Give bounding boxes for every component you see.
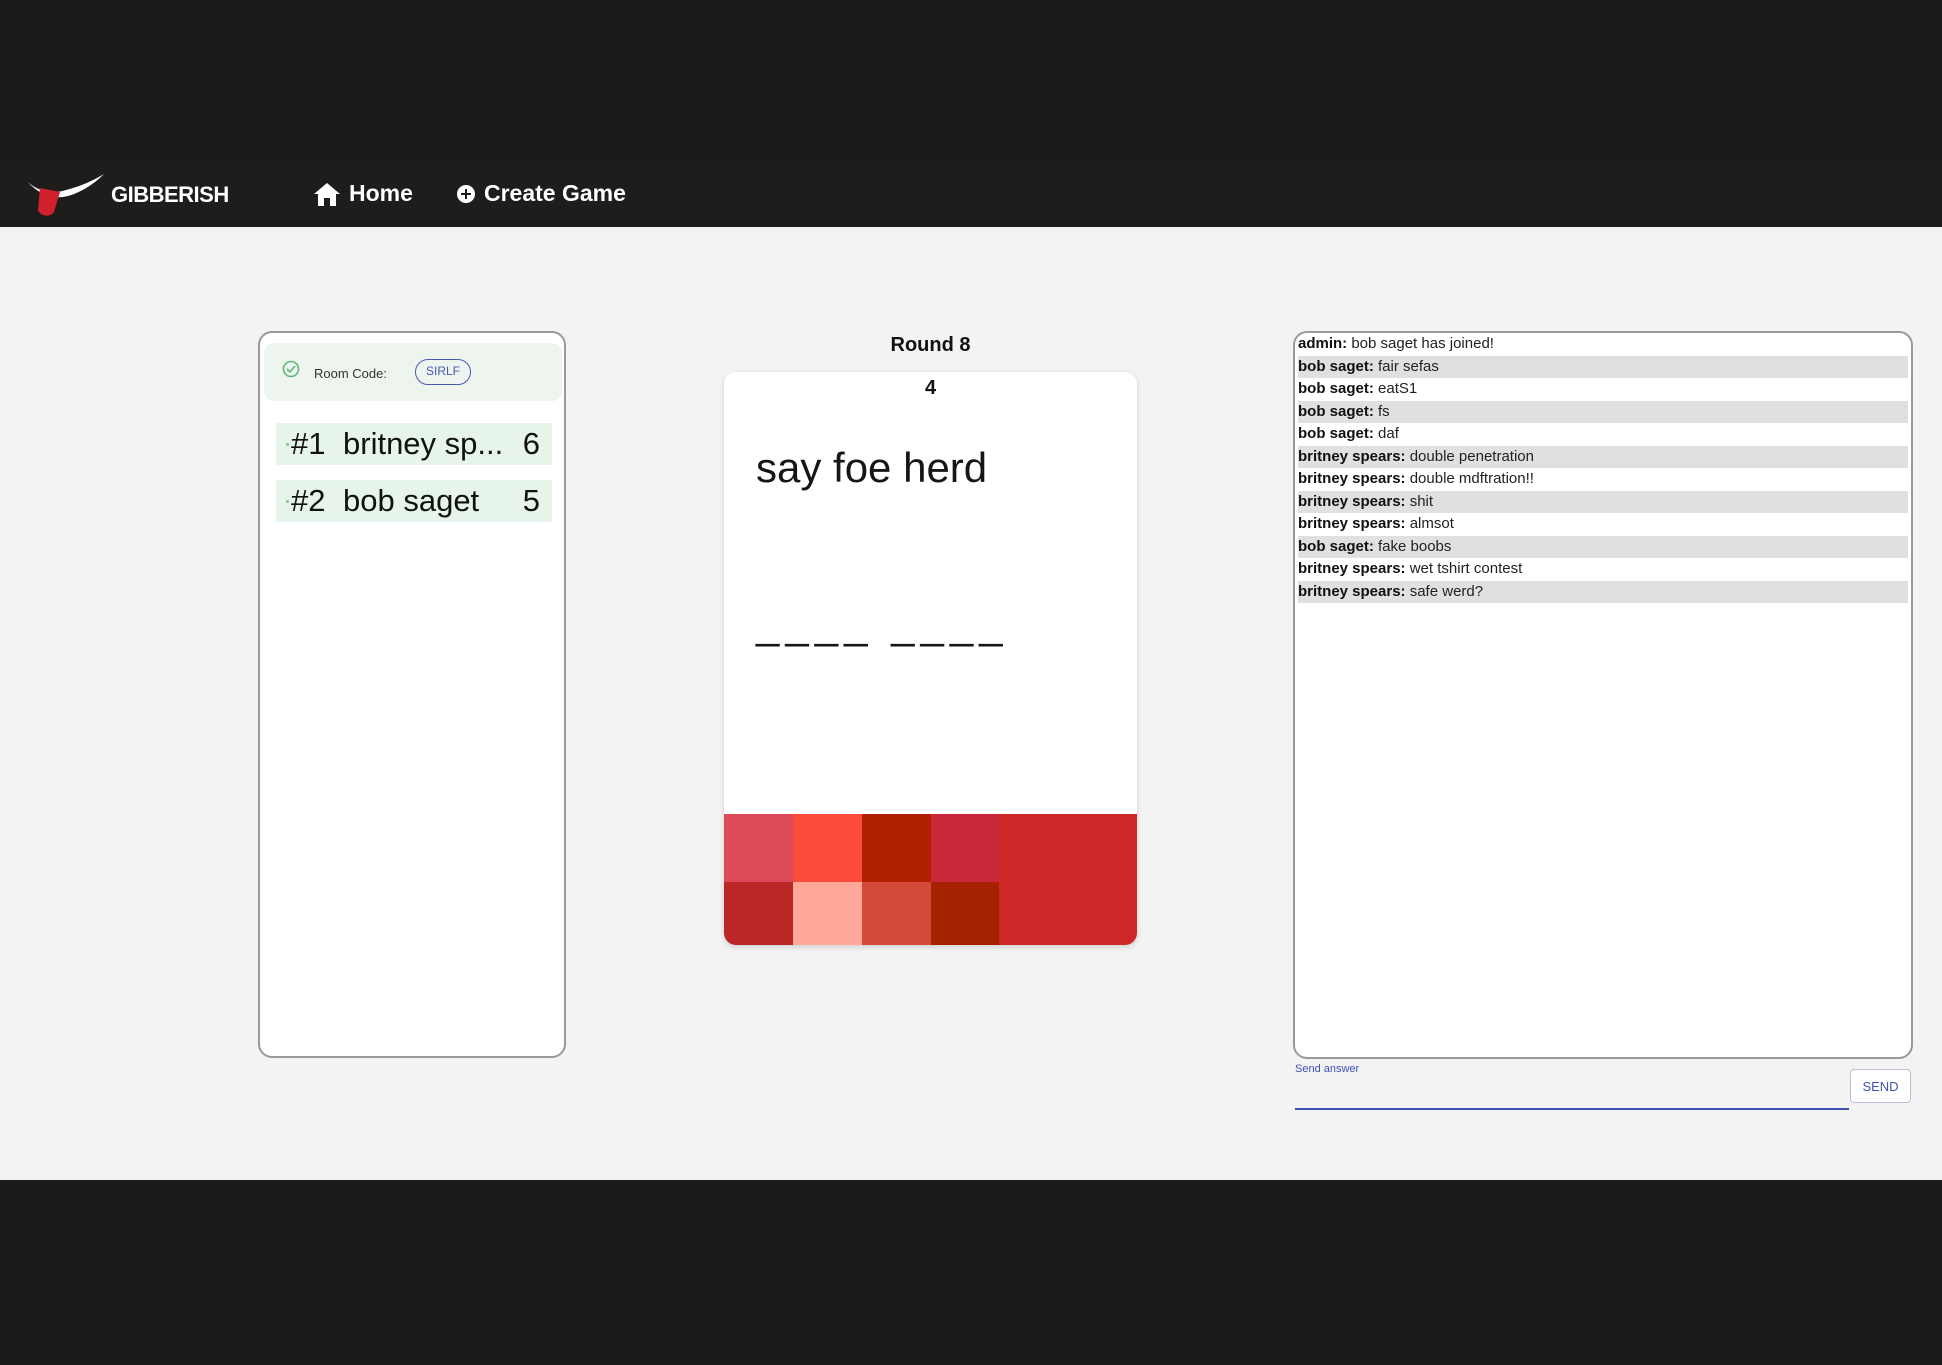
room-code-bar: Room Code: SIRLF <box>264 343 562 401</box>
chat-text: bob saget has joined! <box>1347 335 1494 352</box>
round-title: Round 8 <box>890 334 971 356</box>
player-name: britney sp... <box>343 426 504 461</box>
chat-text: double mdftration!! <box>1405 470 1534 487</box>
answer-field-label: Send answer <box>1295 1063 1360 1075</box>
player-score: 5 <box>522 483 540 518</box>
nav-home-label: Home <box>349 180 413 206</box>
player-score: 6 <box>522 426 540 461</box>
chat-text: almsot <box>1405 515 1454 532</box>
chat-user: britney spears: <box>1298 492 1406 510</box>
status-dot <box>286 442 289 446</box>
room-code-chip[interactable]: SIRLF <box>415 359 471 385</box>
chat-panel[interactable]: admin: bob saget has joined! bob saget: … <box>1293 331 1913 1059</box>
chat-text: daf <box>1373 425 1399 442</box>
chat-message: admin: bob saget has joined! <box>1298 333 1908 355</box>
answer-input[interactable] <box>1295 1078 1849 1110</box>
chat-text: eatS1 <box>1373 380 1418 397</box>
chat-user: admin: <box>1298 335 1348 352</box>
plus-circle-icon <box>457 184 475 203</box>
bull-logo-icon[interactable] <box>26 170 106 218</box>
status-dot <box>286 499 289 503</box>
chat-user: bob saget: <box>1298 537 1374 555</box>
color-tile <box>931 814 999 882</box>
chat-message: britney spears: double mdftration!! <box>1298 468 1908 490</box>
player-rank: #2 <box>291 483 326 518</box>
chat-text: double penetration <box>1405 447 1534 465</box>
room-code-label: Room Code: <box>314 366 387 381</box>
countdown-timer: 4 <box>924 377 937 399</box>
chat-user: bob saget: <box>1298 425 1374 442</box>
player-row: #1 britney sp... 6 <box>276 423 552 465</box>
chat-message: bob saget: fair sefas <box>1298 355 1908 378</box>
color-tile <box>724 814 793 882</box>
send-button[interactable]: SEND <box>1850 1069 1911 1103</box>
chat-user: britney spears: <box>1298 447 1406 465</box>
color-tile <box>931 882 999 945</box>
color-tile <box>724 882 793 945</box>
chat-text: shit <box>1405 492 1434 510</box>
nav-create-game-label: Create Game <box>484 180 626 206</box>
player-name: bob saget <box>343 483 480 518</box>
chat-message: britney spears: safe werd? <box>1298 580 1908 603</box>
answer-blanks: ____ ____ <box>756 600 1009 647</box>
player-rank: #1 <box>291 426 326 461</box>
color-tile <box>862 882 931 945</box>
game-card: 4 say foe herd ____ ____ <box>724 372 1137 945</box>
home-icon <box>314 182 340 206</box>
player-row: #2 bob saget 5 <box>276 480 552 522</box>
navbar <box>0 161 1942 227</box>
chat-user: britney spears: <box>1298 582 1406 600</box>
chat-user: britney spears: <box>1298 470 1406 487</box>
chat-text: fake boobs <box>1373 537 1452 555</box>
chat-message: bob saget: fake boobs <box>1298 535 1908 558</box>
chat-user: bob saget: <box>1298 357 1374 375</box>
check-circle-icon <box>282 360 300 378</box>
chat-user: britney spears: <box>1298 515 1406 532</box>
color-tile <box>793 814 862 882</box>
nav-create-game-link[interactable]: Create Game <box>456 180 626 207</box>
chat-message: britney spears: double penetration <box>1298 445 1908 468</box>
chat-message: bob saget: fs <box>1298 400 1908 423</box>
chat-message: bob saget: daf <box>1298 423 1908 445</box>
chat-message: britney spears: wet tshirt contest <box>1298 558 1908 580</box>
chat-user: britney spears: <box>1298 560 1406 577</box>
chat-text: safe werd? <box>1405 582 1484 600</box>
color-tiles <box>724 814 1137 945</box>
players-panel: Room Code: SIRLF #1 britney sp... 6 #2 b… <box>258 331 566 1058</box>
color-tile <box>999 814 1137 945</box>
color-tile <box>793 882 862 945</box>
chat-text: wet tshirt contest <box>1405 560 1523 577</box>
chat-message: bob saget: eatS1 <box>1298 378 1908 400</box>
chat-user: bob saget: <box>1298 380 1374 397</box>
gibberish-phrase: say foe herd <box>756 444 988 491</box>
color-tile <box>862 814 931 882</box>
chat-text: fs <box>1373 402 1390 420</box>
chat-user: bob saget: <box>1298 402 1374 420</box>
chat-message: britney spears: shit <box>1298 490 1908 513</box>
brand-name[interactable]: GIBBERISH <box>111 182 229 208</box>
chat-text: fair sefas <box>1373 357 1439 375</box>
nav-home-link[interactable]: Home <box>313 180 413 207</box>
chat-message: britney spears: almsot <box>1298 513 1908 535</box>
